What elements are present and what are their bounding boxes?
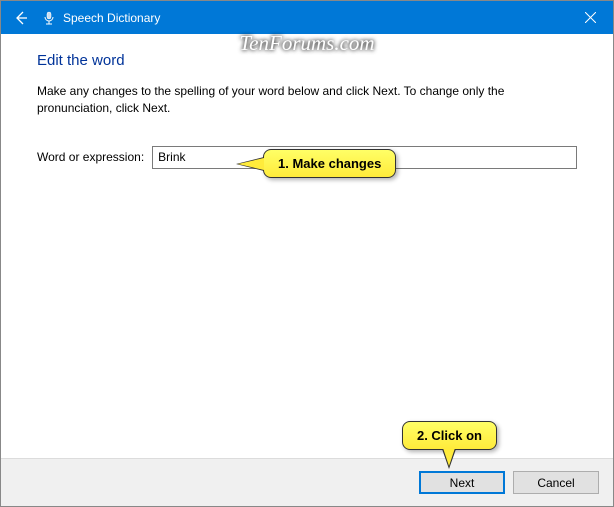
titlebar: Speech Dictionary xyxy=(1,1,613,34)
callout-pointer-icon xyxy=(442,449,456,469)
microphone-icon xyxy=(41,10,57,26)
button-bar: Next Cancel xyxy=(1,458,613,506)
instruction-text: Make any changes to the spelling of your… xyxy=(37,83,577,118)
callout-step-1: 1. Make changes xyxy=(263,149,396,178)
callout-text: 2. Click on xyxy=(417,428,482,443)
callout-pointer-icon xyxy=(236,157,264,171)
word-field-label: Word or expression: xyxy=(37,150,144,164)
callout-step-2: 2. Click on xyxy=(402,421,497,450)
close-button[interactable] xyxy=(568,1,613,34)
page-heading: Edit the word xyxy=(37,52,577,69)
back-arrow-icon[interactable] xyxy=(11,8,31,28)
window-title: Speech Dictionary xyxy=(63,11,160,25)
cancel-button[interactable]: Cancel xyxy=(513,471,599,494)
callout-text: 1. Make changes xyxy=(278,156,381,171)
content-area: Edit the word Make any changes to the sp… xyxy=(1,34,613,458)
next-button[interactable]: Next xyxy=(419,471,505,494)
